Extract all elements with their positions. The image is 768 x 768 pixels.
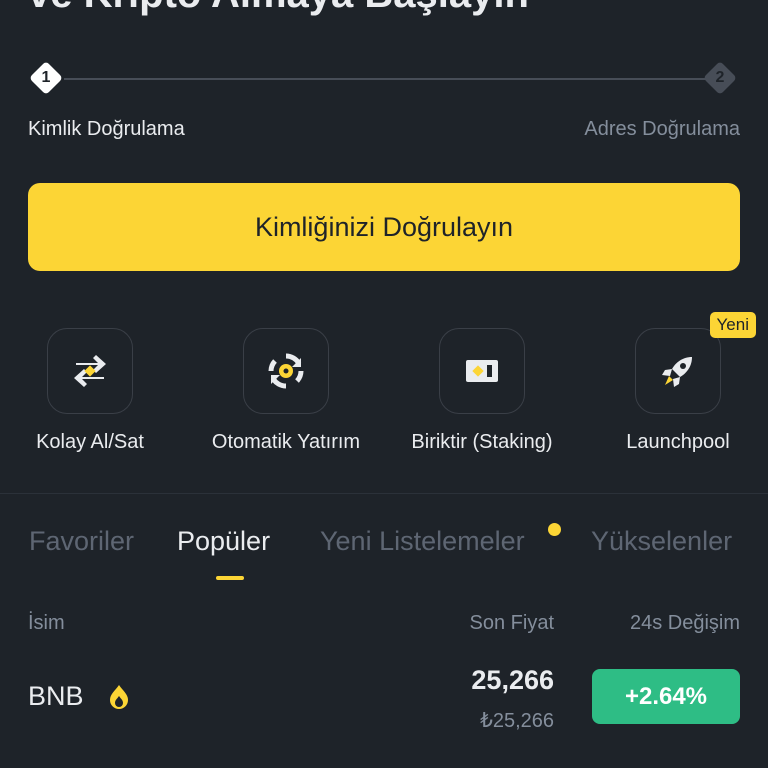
quick-action-label: Biriktir (Staking) — [411, 431, 553, 453]
tab-gainers[interactable]: Yükselenler — [591, 526, 732, 557]
new-listings-notification-dot — [548, 523, 561, 536]
section-divider — [0, 493, 768, 494]
coin-symbol: BNB — [28, 681, 84, 711]
quick-action-label: Otomatik Yatırım — [211, 431, 361, 453]
swap-icon[interactable] — [47, 328, 133, 414]
auto-invest-icon[interactable] — [243, 328, 329, 414]
staking-icon[interactable] — [439, 328, 525, 414]
quick-action-auto-invest[interactable]: Otomatik Yatırım — [196, 328, 376, 456]
market-tabs: Favoriler Popüler Yeni Listelemeler Yüks… — [0, 526, 768, 566]
flame-icon — [110, 685, 128, 709]
verify-identity-button[interactable]: Kimliğinizi Doğrulayın — [28, 183, 740, 271]
step-2-label: Adres Doğrulama — [584, 118, 740, 140]
step-1-label: Kimlik Doğrulama — [28, 118, 185, 140]
quick-action-launchpool[interactable]: Yeni Launchpool — [588, 312, 768, 456]
stepper-progress-line — [64, 78, 720, 80]
step-1-marker: 1 — [29, 61, 63, 95]
column-header-name[interactable]: İsim — [28, 612, 65, 635]
column-header-price[interactable]: Son Fiyat — [470, 612, 554, 635]
quick-action-staking[interactable]: Biriktir (Staking) — [392, 328, 572, 456]
new-badge: Yeni — [709, 312, 756, 338]
tab-new-listings[interactable]: Yeni Listelemeler — [320, 526, 525, 557]
quick-action-label: Kolay Al/Sat — [36, 431, 144, 453]
change-24h-button[interactable]: +2.64% — [592, 669, 740, 724]
rocket-icon[interactable] — [635, 328, 721, 414]
tab-popular[interactable]: Popüler — [177, 526, 270, 557]
column-header-change[interactable]: 24s Değişim — [630, 612, 740, 635]
last-price: 25,266 — [471, 665, 554, 695]
tab-favorites[interactable]: Favoriler — [29, 526, 134, 557]
quick-action-easy-buy-sell[interactable]: Kolay Al/Sat — [0, 328, 180, 456]
last-price-local: ₺25,266 — [480, 710, 554, 732]
page-title: ve Kripto Almaya Başlayın — [28, 0, 529, 17]
active-tab-indicator — [216, 576, 244, 580]
step-2-marker: 2 — [703, 61, 737, 95]
quick-action-label: Launchpool — [626, 431, 730, 453]
